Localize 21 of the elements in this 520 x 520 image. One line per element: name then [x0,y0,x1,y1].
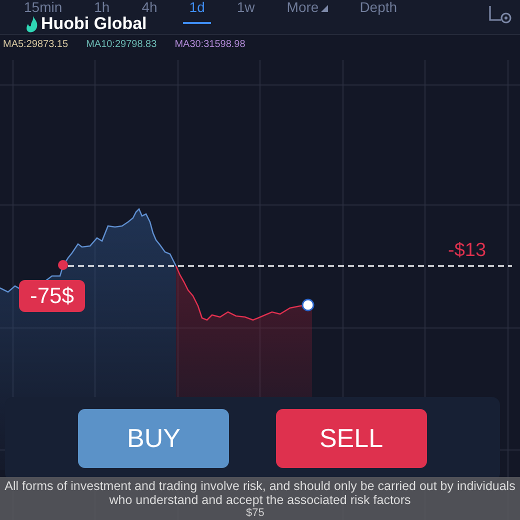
interval-tab[interactable]: 1d [183,0,211,24]
current-price-marker [302,298,314,312]
moving-average-label: MA30:31598.98 [174,39,246,50]
sell-button[interactable]: SELL [276,409,427,468]
dropdown-icon [320,5,328,12]
entry-point-marker [58,260,68,270]
profit-label: -$13 [448,240,486,262]
interval-tab[interactable]: Depth [354,0,404,16]
amount-label: $75 [246,507,264,519]
interval-tab[interactable]: 4h [136,0,164,16]
interval-tab[interactable]: 1w [230,0,261,16]
moving-average-label: MA5:29873.15 [3,39,68,50]
interval-tab[interactable]: 1h [88,0,116,16]
interval-tab[interactable]: 15min [18,0,68,16]
risk-disclaimer: All forms of investment and trading involve risk, and should only be carried out by individuals who understand and accept the associated risk factors [4,478,516,507]
brand-logo-text: Huobi Global [41,15,147,33]
flame-icon [26,16,38,32]
interval-tab[interactable]: More [280,0,334,16]
buy-button[interactable]: BUY [78,409,230,468]
moving-average-label: MA10:29798.83 [86,39,157,50]
loss-badge: -75$ [19,280,86,312]
